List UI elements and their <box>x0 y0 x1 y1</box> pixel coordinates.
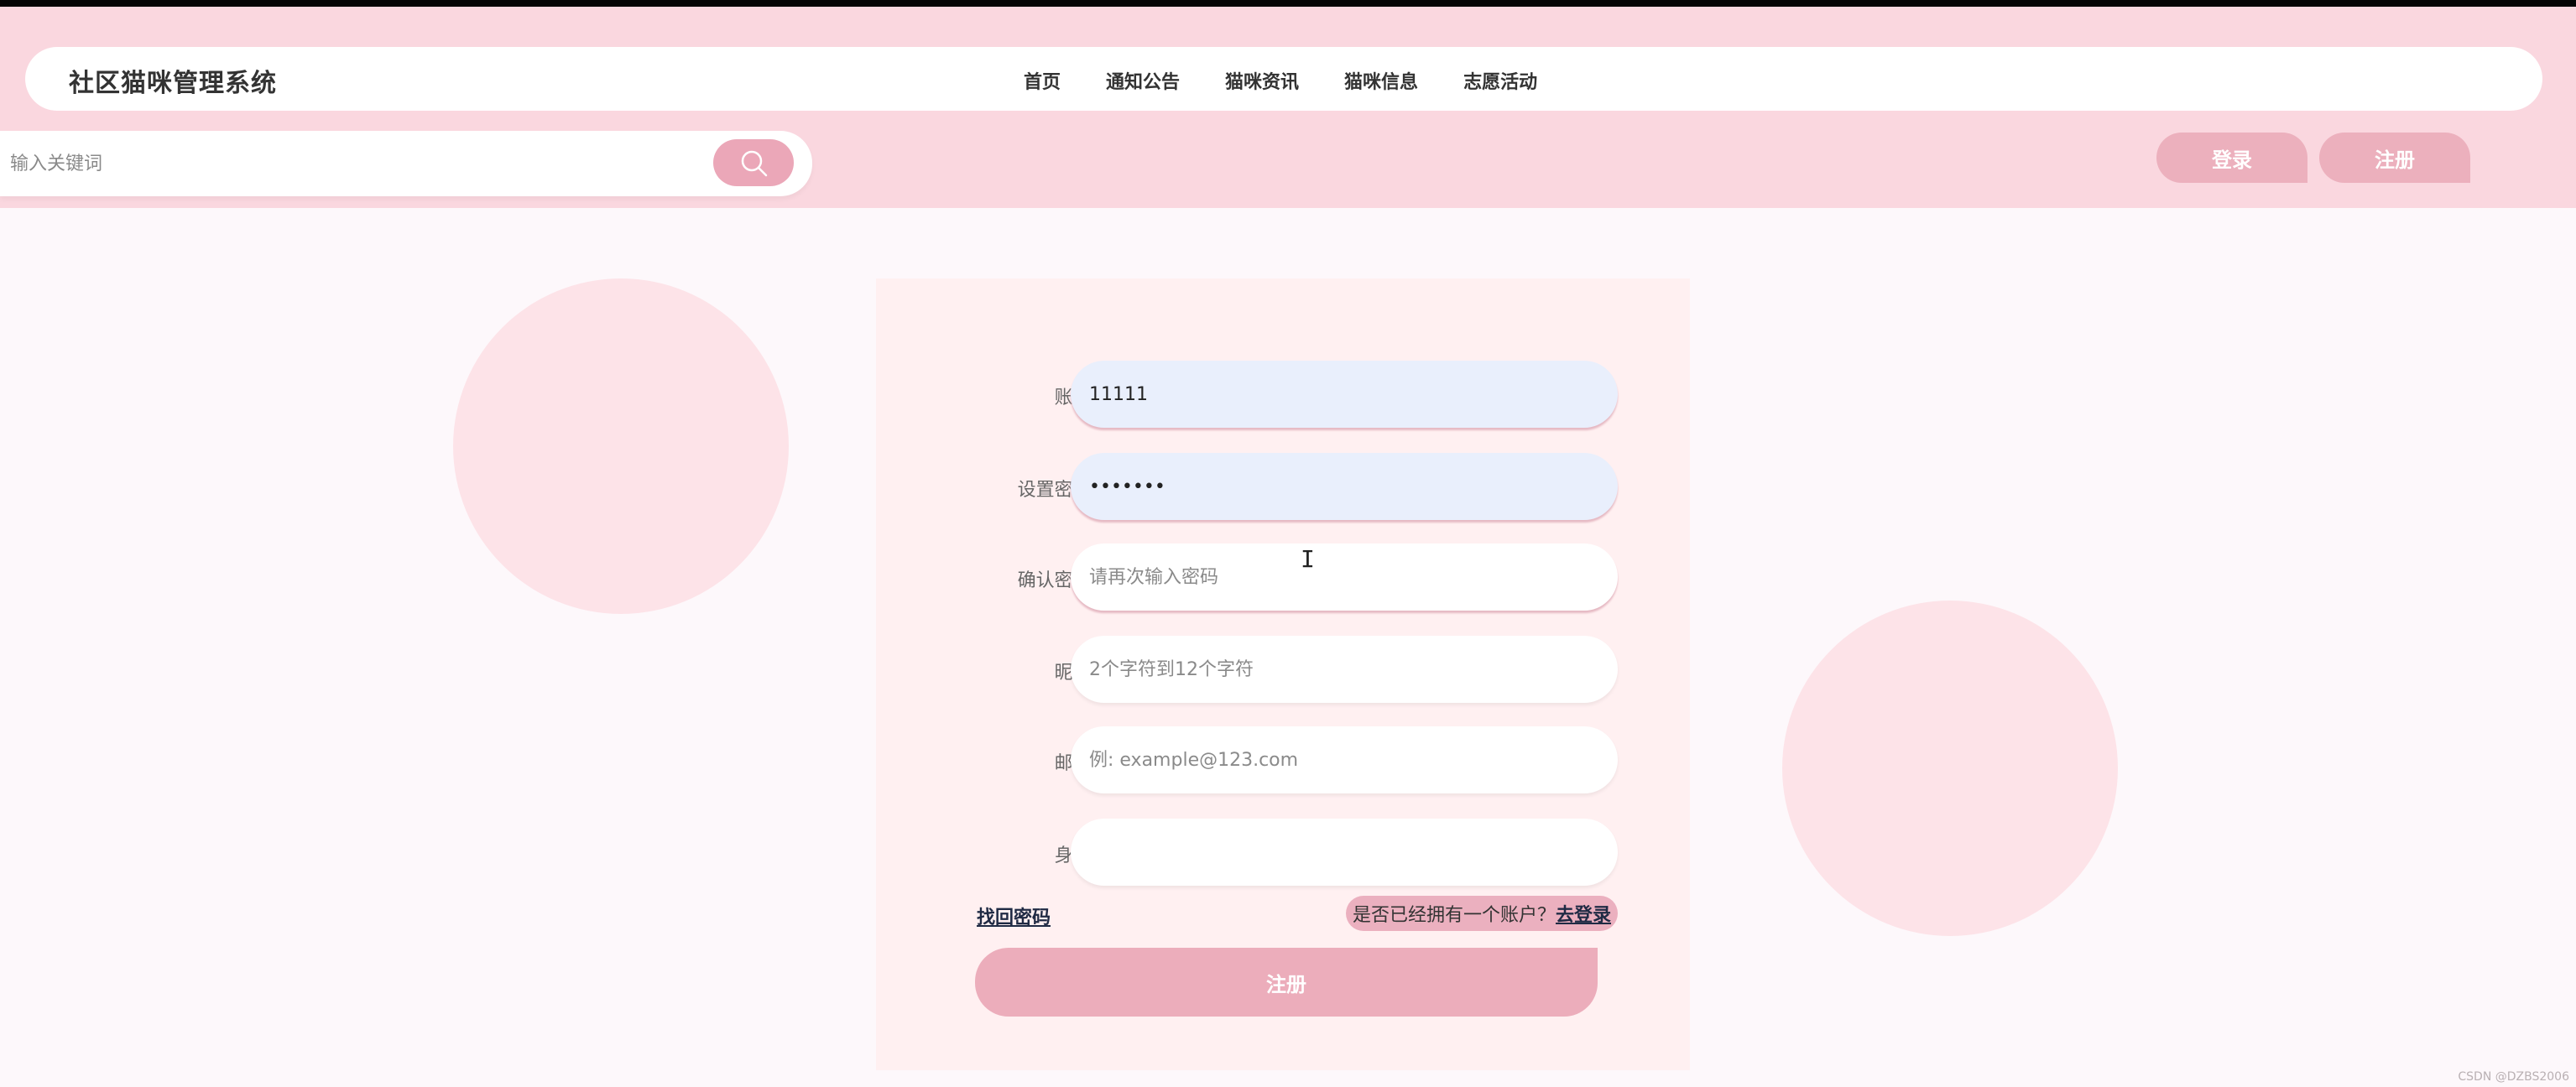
decor-circle-left <box>453 278 789 614</box>
confirm-password-input[interactable] <box>1071 544 1618 611</box>
nickname-row: 昵称: <box>876 636 1690 703</box>
password-input[interactable] <box>1071 453 1618 520</box>
nav-cat-info[interactable]: 猫咪信息 <box>1344 67 1418 94</box>
site-title: 社区猫咪管理系统 <box>69 69 277 98</box>
decor-circle-right <box>1782 601 2118 936</box>
nav-volunteer[interactable]: 志愿活动 <box>1463 67 1537 94</box>
form-links: 找回密码 是否已经拥有一个账户？ 去登录 <box>977 896 1618 933</box>
nav-links: 首页 通知公告 猫咪资讯 猫咪信息 志愿活动 <box>1024 67 1583 94</box>
search-bar <box>0 131 812 196</box>
email-input[interactable] <box>1071 726 1618 793</box>
window-top-border <box>0 0 2576 7</box>
account-row: 账号: <box>876 361 1690 428</box>
search-button[interactable] <box>713 139 794 186</box>
identity-row: 身份: <box>876 819 1690 886</box>
register-form-panel: 账号: 设置密码: 确认密码: 昵称: 邮箱: 身份: 找回密码 是否已经拥有一… <box>876 278 1690 1070</box>
nav-home[interactable]: 首页 <box>1024 67 1061 94</box>
account-input[interactable] <box>1071 361 1618 428</box>
identity-input[interactable] <box>1071 819 1618 886</box>
register-submit-button[interactable]: 注册 <box>975 948 1598 1017</box>
confirm-password-row: 确认密码: <box>876 544 1690 611</box>
nav-notices[interactable]: 通知公告 <box>1106 67 1180 94</box>
nav-bar: 社区猫咪管理系统 首页 通知公告 猫咪资讯 猫咪信息 志愿活动 <box>25 47 2542 111</box>
password-row: 设置密码: <box>876 453 1690 520</box>
search-icon <box>741 150 768 177</box>
nickname-input[interactable] <box>1071 636 1618 703</box>
search-input[interactable] <box>10 138 698 190</box>
have-account-badge: 是否已经拥有一个账户？ 去登录 <box>1345 896 1618 931</box>
email-row: 邮箱: <box>876 726 1690 793</box>
register-nav-button[interactable]: 注册 <box>2319 133 2470 183</box>
go-login-link[interactable]: 去登录 <box>1556 900 1611 927</box>
login-button[interactable]: 登录 <box>2156 133 2307 183</box>
nav-cat-news[interactable]: 猫咪资讯 <box>1225 67 1299 94</box>
watermark: CSDN @DZBS2006 <box>2458 1070 2569 1084</box>
text-cursor-icon: I <box>1301 545 1315 573</box>
have-account-text: 是否已经拥有一个账户？ <box>1352 905 1556 926</box>
forgot-password-link[interactable]: 找回密码 <box>977 902 1051 929</box>
